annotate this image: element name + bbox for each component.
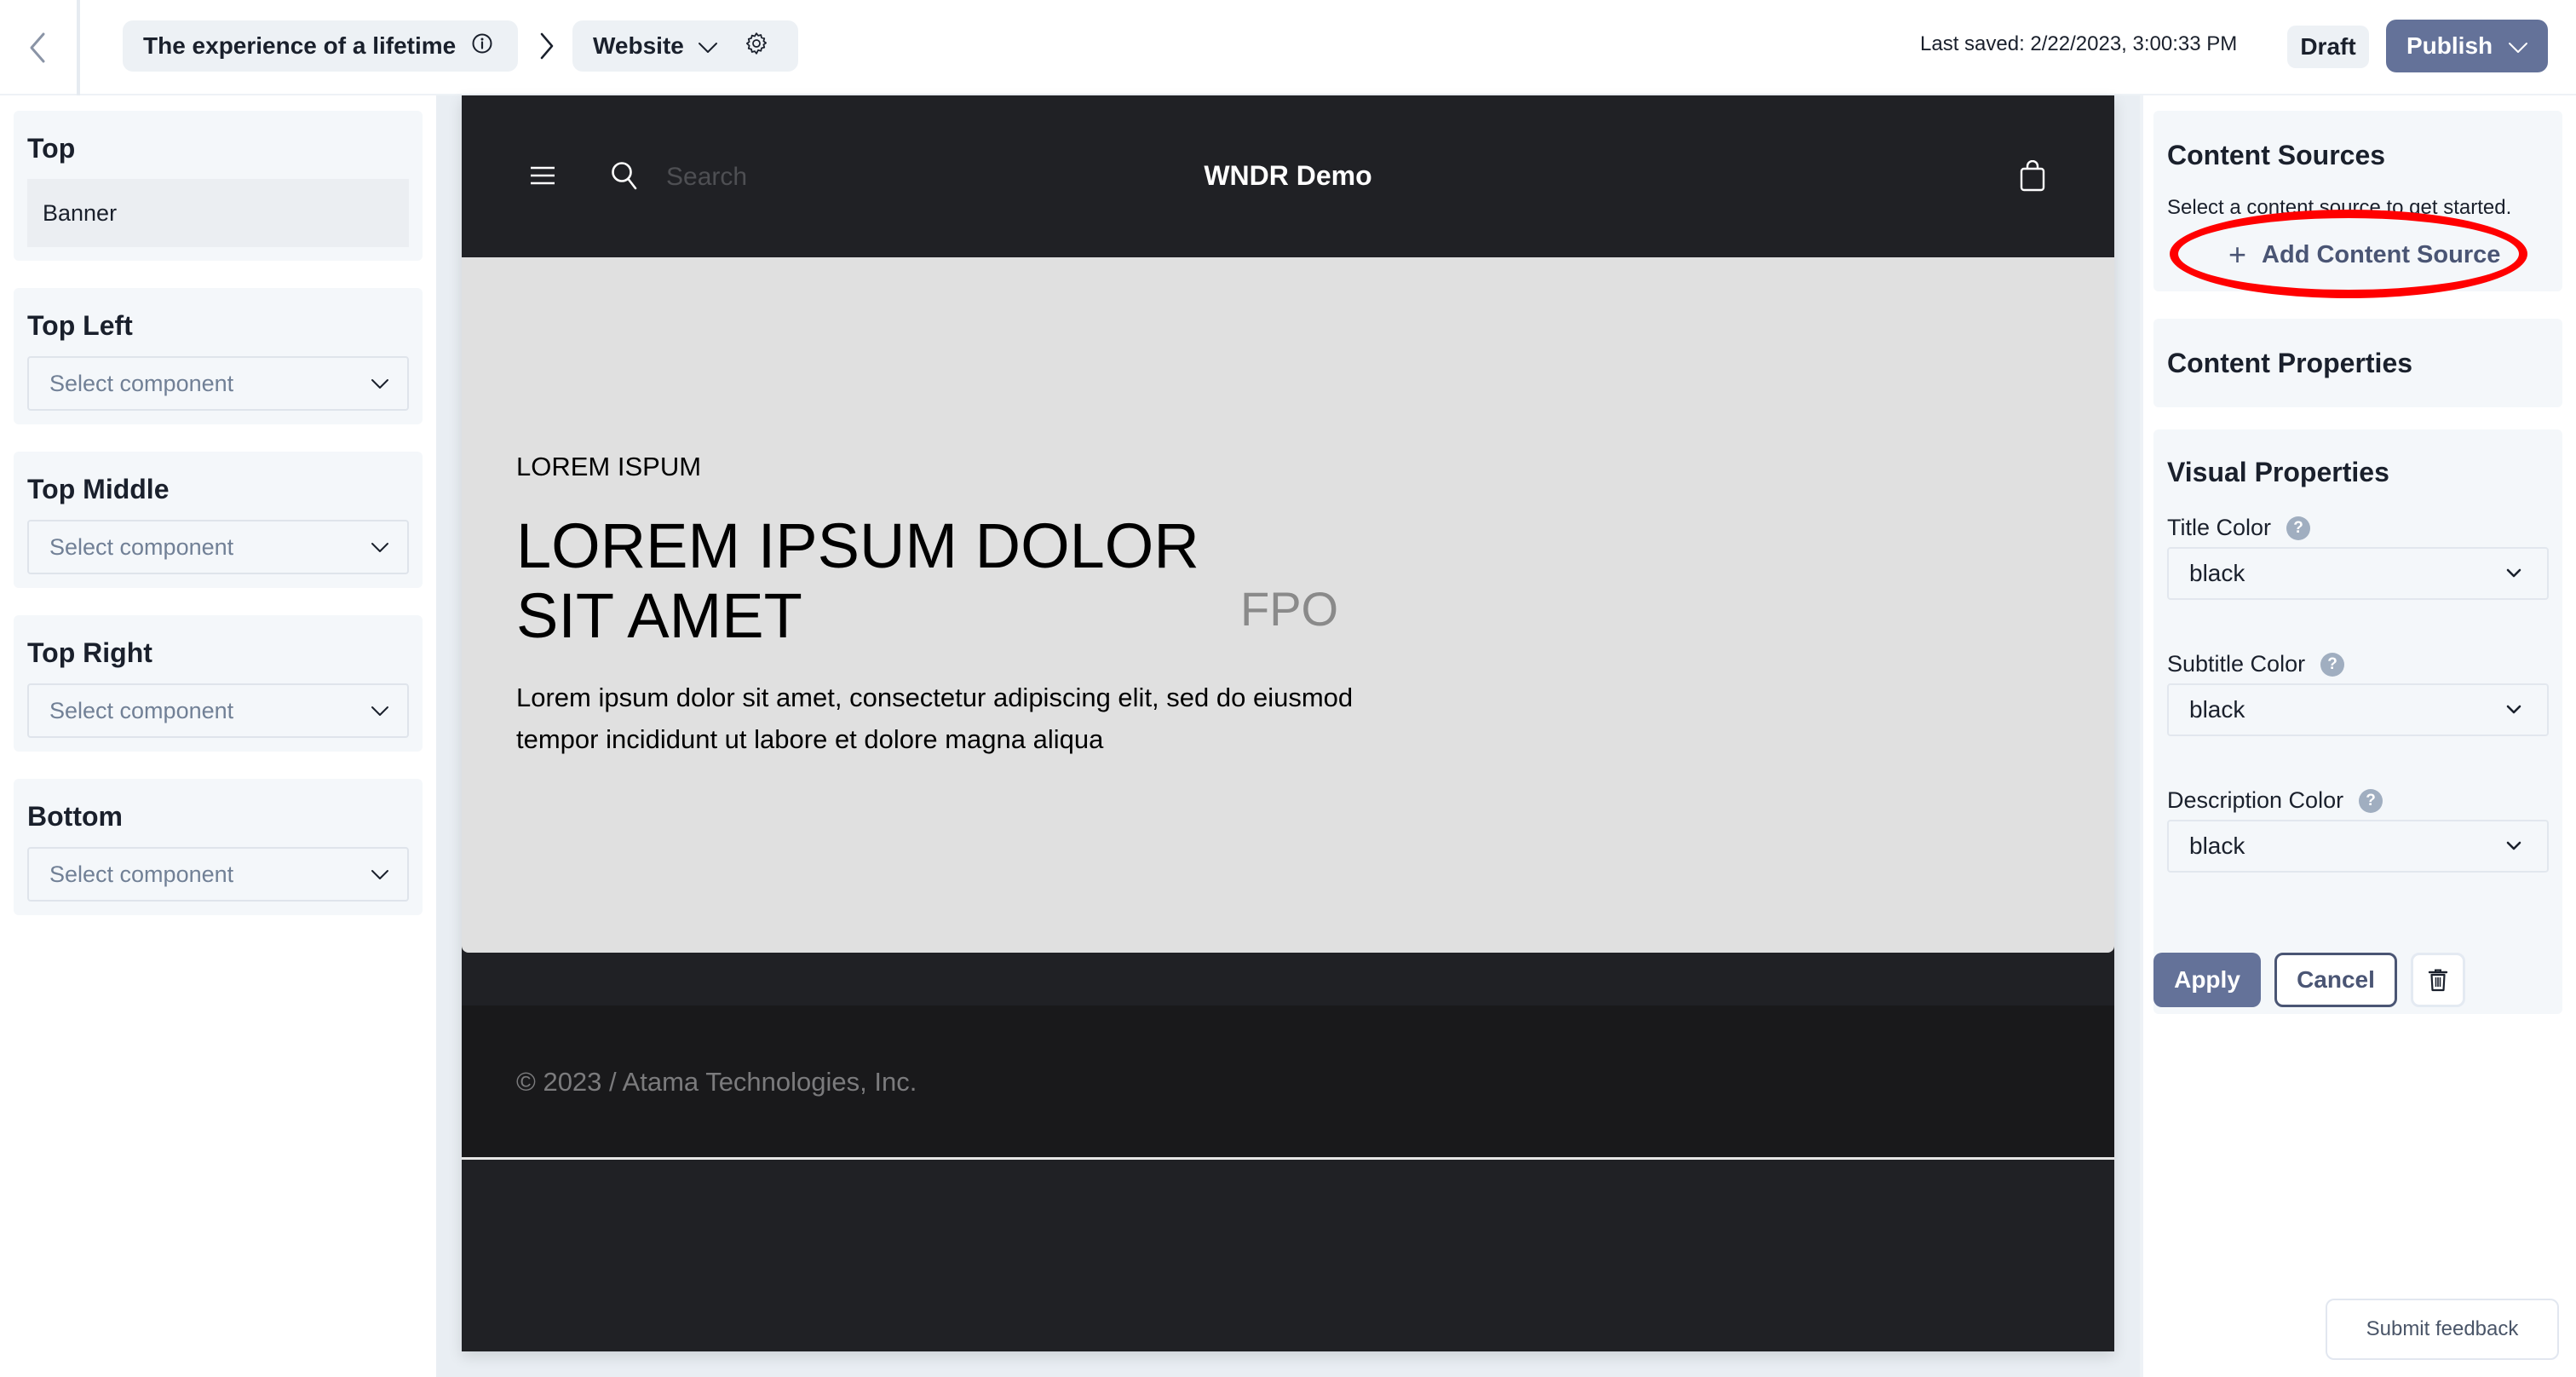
- divider: [77, 0, 80, 95]
- hero-image-placeholder: FPO: [1240, 582, 1339, 636]
- select-placeholder: Select component: [49, 533, 234, 560]
- chevron-down-icon: [371, 379, 388, 389]
- question-circle-icon[interactable]: ?: [2359, 788, 2383, 813]
- content-properties-title: Content Properties: [2167, 348, 2413, 378]
- content-sources-card: Content Sources Select a content source …: [2153, 111, 2562, 291]
- select-value: black: [2189, 696, 2245, 723]
- slot-top-right: Top Right Select component: [14, 615, 423, 752]
- divider: [2140, 95, 2143, 1377]
- site-title: WNDR Demo: [1204, 160, 1372, 191]
- layout-slots-panel: Top Banner Top Left Select component Top…: [0, 95, 436, 1377]
- chevron-left-icon: [30, 32, 45, 63]
- site-footer: © 2023 / Atama Technologies, Inc.: [462, 1005, 2114, 1157]
- chevron-down-icon: [2506, 568, 2521, 578]
- add-content-source-button[interactable]: + Add Content Source: [2228, 235, 2500, 274]
- chevron-down-icon: [698, 32, 718, 60]
- description-color-label: Description Color ?: [2167, 787, 2383, 814]
- last-saved-timestamp: Last saved: 2/22/2023, 3:00:33 PM: [1920, 32, 2238, 55]
- slot-top: Top Banner: [14, 111, 423, 261]
- publish-button[interactable]: Publish: [2386, 20, 2548, 72]
- hero-title: LOREM IPSUM DOLOR SIT AMET: [516, 510, 1199, 651]
- breadcrumb-experience[interactable]: The experience of a lifetime: [123, 20, 518, 72]
- select-placeholder: Select component: [49, 697, 234, 723]
- chevron-down-icon: [371, 543, 388, 552]
- chevron-down-icon: [371, 706, 388, 716]
- chevron-down-icon: [2508, 32, 2528, 60]
- hero-eyebrow: LOREM ISPUM: [516, 452, 702, 481]
- cancel-button[interactable]: Cancel: [2274, 953, 2397, 1007]
- slot-bottom: Bottom Select component: [14, 779, 423, 915]
- search-icon[interactable]: [610, 160, 639, 191]
- trash-icon: [2428, 969, 2448, 992]
- top-bar: The experience of a lifetime Website Las…: [0, 0, 2576, 95]
- chevron-down-icon: [2506, 841, 2521, 850]
- breadcrumb-experience-label: The experience of a lifetime: [143, 32, 457, 59]
- channel-selector[interactable]: Website: [572, 20, 798, 72]
- slot-title: Top Middle: [27, 474, 170, 504]
- hero-banner[interactable]: LOREM ISPUM LOREM IPSUM DOLOR SIT AMET F…: [462, 257, 2114, 953]
- component-select-top-left[interactable]: Select component: [27, 356, 409, 411]
- content-sources-subtitle: Select a content source to get started.: [2167, 196, 2512, 219]
- slot-top-middle: Top Middle Select component: [14, 452, 423, 588]
- component-select-top-right[interactable]: Select component: [27, 683, 409, 738]
- select-value: black: [2189, 560, 2245, 586]
- select-value: black: [2189, 833, 2245, 859]
- subtitle-color-select[interactable]: black: [2167, 683, 2549, 736]
- site-preview: WNDR Demo LOREM ISPUM LOREM IPSUM DOLOR …: [462, 95, 2114, 1351]
- subtitle-color-label: Subtitle Color ?: [2167, 651, 2345, 677]
- add-content-source-label: Add Content Source: [2262, 240, 2501, 268]
- apply-button[interactable]: Apply: [2153, 953, 2261, 1007]
- back-button[interactable]: [17, 22, 58, 73]
- content-sources-title: Content Sources: [2167, 140, 2386, 170]
- shopping-bag-icon[interactable]: [2019, 160, 2046, 193]
- field-label: Description Color: [2167, 787, 2344, 813]
- question-circle-icon[interactable]: ?: [2320, 652, 2345, 677]
- chevron-right-icon: [540, 32, 554, 60]
- content-properties-card: Content Properties: [2153, 319, 2562, 407]
- info-circle-icon[interactable]: [471, 32, 493, 60]
- plus-icon: +: [2228, 237, 2247, 272]
- slot-title: Top Right: [27, 637, 152, 668]
- component-select-top-middle[interactable]: Select component: [27, 520, 409, 574]
- hero-description: Lorem ipsum dolor sit amet, consectetur …: [516, 683, 1354, 754]
- select-placeholder: Select component: [49, 861, 234, 887]
- gear-icon[interactable]: [744, 31, 769, 62]
- slot-title: Top Left: [27, 310, 133, 341]
- footer-copyright: © 2023 / Atama Technologies, Inc.: [516, 1067, 917, 1097]
- title-color-select[interactable]: black: [2167, 547, 2549, 600]
- field-label: Title Color: [2167, 515, 2272, 540]
- visual-properties-title: Visual Properties: [2167, 457, 2389, 487]
- slot-component-banner[interactable]: Banner: [27, 179, 409, 247]
- description-color-select[interactable]: black: [2167, 820, 2549, 873]
- chevron-down-icon: [371, 870, 388, 879]
- visual-properties-card: Visual Properties Title Color ? black Su…: [2153, 429, 2562, 1014]
- site-header: WNDR Demo: [462, 95, 2114, 257]
- slot-title: Top: [27, 133, 76, 164]
- properties-panel: Content Sources Select a content source …: [2140, 95, 2576, 1377]
- select-placeholder: Select component: [49, 370, 234, 396]
- site-search-input[interactable]: [666, 157, 1007, 198]
- channel-label: Website: [593, 32, 684, 59]
- delete-button[interactable]: [2411, 953, 2465, 1007]
- section-spacer: [462, 953, 2114, 1005]
- hamburger-menu-icon[interactable]: [530, 165, 555, 186]
- field-label: Subtitle Color: [2167, 651, 2306, 677]
- component-select-bottom[interactable]: Select component: [27, 847, 409, 902]
- question-circle-icon[interactable]: ?: [2286, 516, 2311, 540]
- title-color-label: Title Color ?: [2167, 515, 2311, 541]
- publish-label: Publish: [2406, 32, 2493, 59]
- slot-title: Bottom: [27, 801, 123, 832]
- chevron-down-icon: [2506, 705, 2521, 714]
- submit-feedback-button[interactable]: Submit feedback: [2326, 1299, 2559, 1360]
- slot-top-left: Top Left Select component: [14, 288, 423, 424]
- footer-bottom: [462, 1160, 2114, 1351]
- status-badge: Draft: [2287, 26, 2369, 68]
